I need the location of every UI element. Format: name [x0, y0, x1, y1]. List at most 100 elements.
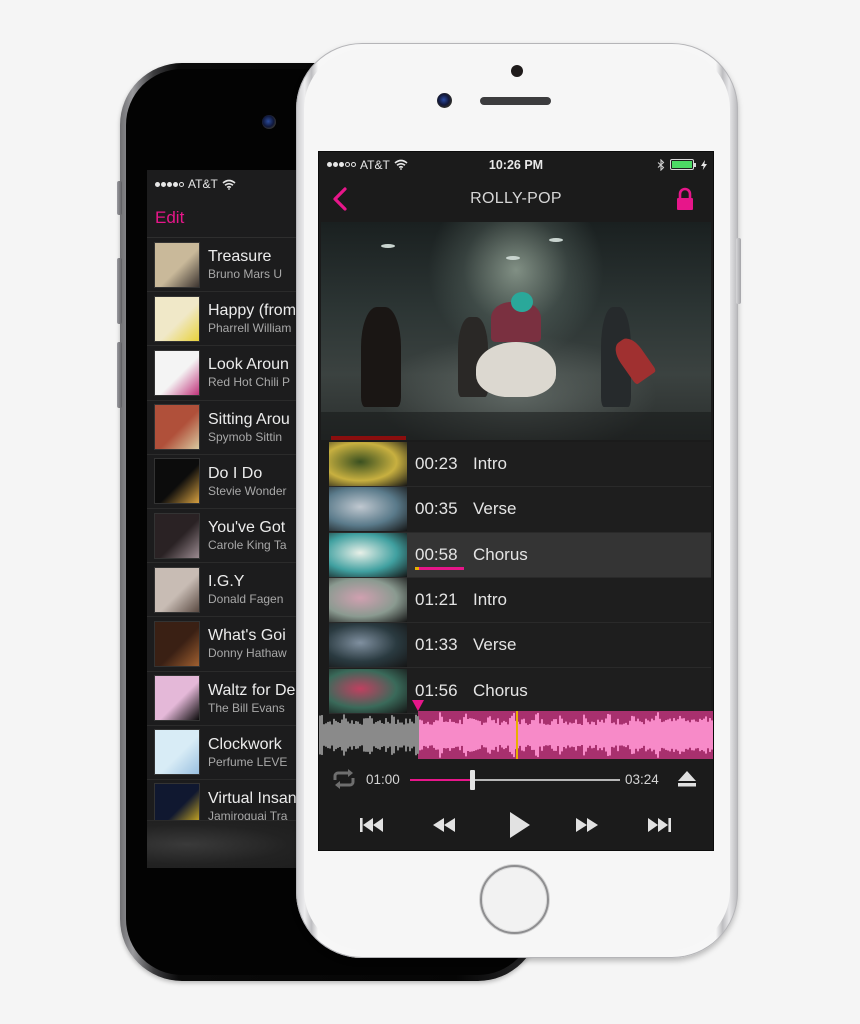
chapter-list-item[interactable]: 00:35 Verse	[329, 487, 711, 533]
song-title: Look Aroun	[208, 356, 289, 374]
waveform-bar	[621, 724, 623, 746]
song-title: Waltz for De	[208, 681, 296, 699]
chapter-thumbnail	[329, 532, 407, 577]
waveform-bar	[579, 723, 581, 747]
waveform-bar	[467, 718, 469, 752]
waveform-bar	[497, 718, 499, 752]
waveform-bar	[425, 723, 427, 747]
waveform-bar	[541, 719, 543, 751]
waveform-bar	[359, 723, 361, 747]
video-player[interactable]	[321, 222, 711, 440]
song-list-item[interactable]: You've Got Carole King Ta	[147, 509, 307, 564]
waveform-bar	[353, 723, 355, 747]
repeat-icon[interactable]	[331, 768, 357, 790]
song-list-item[interactable]: Do I Do Stevie Wonder	[147, 455, 307, 509]
song-title: I.G.Y	[208, 573, 245, 591]
song-list-item[interactable]: I.G.Y Donald Fagen	[147, 563, 307, 618]
loop-start-marker[interactable]	[412, 700, 424, 711]
singer-skirt	[476, 342, 556, 397]
waveform-bar	[405, 718, 407, 752]
waveform-bar	[477, 720, 479, 750]
song-list-item[interactable]: Treasure Bruno Mars U	[147, 238, 307, 293]
song-artist: Red Hot Chili P	[208, 375, 291, 390]
chapter-list-item[interactable]: 01:33 Verse	[329, 623, 711, 669]
waveform-bar	[625, 722, 627, 748]
song-artist: Donny Hathaw	[208, 646, 287, 661]
song-title: Treasure	[208, 248, 272, 266]
earpiece-speaker	[480, 97, 551, 105]
waveform-bar	[531, 720, 533, 750]
carrier-label: AT&T	[360, 157, 390, 172]
chapter-list-item[interactable]: 00:23 Intro	[329, 442, 711, 488]
chapter-thumbnail	[329, 487, 407, 532]
signal-dot	[155, 181, 160, 187]
waveform-bar	[605, 718, 607, 752]
song-list-item[interactable]: Sitting Arou Spymob Sittin	[147, 401, 307, 455]
song-list-item[interactable]: Waltz for De The Bill Evans	[147, 672, 307, 726]
waveform-bar	[535, 714, 537, 756]
song-list-item[interactable]: What's Goi Donny Hathaw	[147, 617, 307, 672]
waveform-bar	[447, 721, 449, 749]
volume-down-button	[117, 342, 122, 408]
waveform-bar	[427, 721, 429, 749]
song-list-item[interactable]: Happy (from Pharrell William	[147, 292, 307, 347]
chevron-left-icon[interactable]	[329, 185, 353, 213]
edit-button[interactable]: Edit	[155, 208, 184, 228]
waveform-bar	[581, 724, 583, 746]
waveform-bar	[345, 718, 347, 752]
waveform-bar	[585, 718, 587, 752]
song-list-item[interactable]: Clockwork Perfume LEVE	[147, 726, 307, 780]
play-icon[interactable]	[504, 811, 534, 839]
waveform-bar	[433, 722, 435, 748]
waveform-playhead[interactable]	[516, 711, 518, 759]
chapter-list-item[interactable]: 01:21 Intro	[329, 577, 711, 624]
chapter-thumbnail	[329, 668, 407, 713]
song-title: Happy (from	[208, 302, 297, 320]
waveform-bar	[639, 721, 641, 749]
stage-light	[381, 244, 395, 248]
waveform-bar	[431, 724, 433, 746]
waveform-bar	[559, 715, 561, 755]
eject-icon[interactable]	[676, 769, 698, 789]
waveform-bar	[413, 723, 415, 747]
chapter-label: Verse	[473, 635, 517, 655]
song-title: Virtual Insan	[208, 789, 297, 807]
waveform-bar	[337, 722, 339, 748]
waveform-bar	[325, 723, 327, 747]
chapter-list-item[interactable]: 00:58 Chorus	[329, 532, 711, 578]
waveform-bar	[495, 723, 497, 747]
waveform-bar	[589, 724, 591, 746]
waveform-bar	[479, 721, 481, 749]
waveform-bar	[631, 715, 633, 755]
waveform-bar	[365, 718, 367, 752]
lock-icon[interactable]	[675, 187, 695, 211]
chapter-list: 00:23 Intro 00:35 Verse 00:58 Chorus 01:21 Intr…	[329, 442, 711, 714]
back-phone-screen: AT&T Edit Treasure Bruno Mars U Happy (fro…	[147, 170, 307, 868]
song-list-item[interactable]: Look Aroun Red Hot Chili P	[147, 346, 307, 401]
waveform-bar	[595, 724, 597, 746]
progress-slider[interactable]	[410, 770, 620, 790]
waveform-bar	[611, 723, 613, 747]
chapter-list-item[interactable]: 01:56 Chorus	[329, 668, 711, 714]
waveform-bar	[519, 724, 521, 746]
progress-thumb[interactable]	[469, 770, 475, 790]
skip-back-icon[interactable]	[357, 811, 387, 839]
waveform-bar	[601, 719, 603, 751]
stage-light	[506, 256, 520, 260]
waveform[interactable]	[319, 711, 713, 759]
song-artist: Bruno Mars U	[208, 267, 283, 282]
waveform-bar	[695, 721, 697, 749]
waveform-bar	[439, 712, 441, 758]
song-artist: Spymob Sittin	[208, 429, 283, 444]
waveform-bar	[411, 721, 413, 749]
waveform-bar	[551, 721, 553, 749]
skip-forward-icon[interactable]	[644, 811, 674, 839]
chapter-progress-underline	[415, 566, 464, 570]
waveform-bar	[505, 721, 507, 749]
fast-forward-icon[interactable]	[572, 811, 602, 839]
song-artist: The Bill Evans	[208, 700, 285, 715]
home-button[interactable]	[480, 865, 549, 934]
waveform-bar	[341, 719, 343, 751]
rewind-icon[interactable]	[429, 811, 459, 839]
back-bottom-bar	[147, 820, 307, 868]
